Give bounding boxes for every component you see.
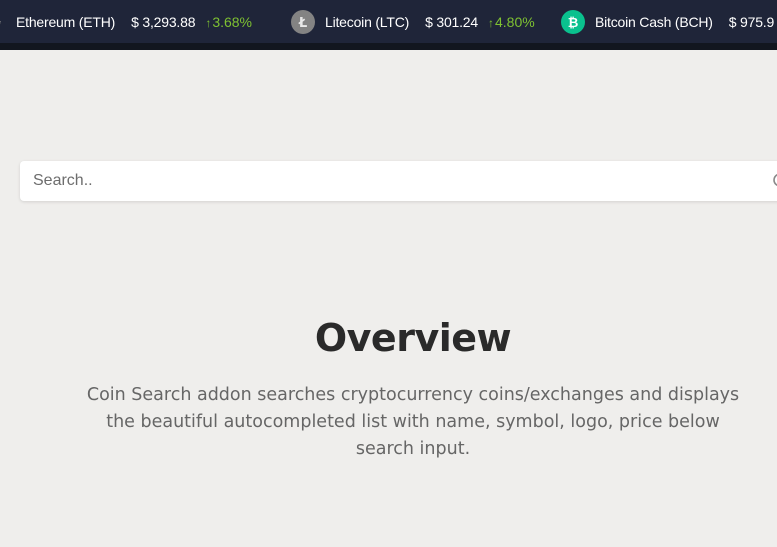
price-ticker: Ethereum (ETH) $ 3,293.88 ↑3.68% Ł Litec… [0,0,777,43]
litecoin-icon: Ł [291,9,315,34]
coin-change: ↑4.80% [487,13,535,30]
ticker-divider [0,43,777,50]
arrow-up-icon: ↑ [487,15,494,30]
overview-description: Coin Search addon searches cryptocurrenc… [86,385,740,459]
coin-price: $ 3,293.88 [131,13,196,30]
coin-price: $ 301.24 [425,13,478,30]
coin-name: Bitcoin Cash (BCH) [595,13,713,30]
search-input[interactable] [20,162,750,200]
search-box [20,161,777,201]
main-content: Overview Coin Search addon searches cryp… [0,50,777,547]
svg-text:₿: ₿ [568,16,579,31]
ticker-item-ethereum[interactable]: Ethereum (ETH) $ 3,293.88 ↑3.68% [0,0,252,43]
ticker-item-bitcoin-cash[interactable]: ₿ Bitcoin Cash (BCH) $ 975.9 [561,0,777,43]
arrow-up-icon: ↑ [205,15,212,30]
coin-price: $ 975.9 [728,13,775,30]
coin-name: Litecoin (LTC) [325,13,410,30]
ticker-item-litecoin[interactable]: Ł Litecoin (LTC) $ 301.24 ↑4.80% [291,0,535,43]
page-title: Overview [314,316,512,360]
bitcoin-cash-icon: ₿ [561,9,585,34]
coin-name: Ethereum (ETH) [16,13,116,30]
coin-change: ↑3.68% [205,13,253,30]
svg-text:Ł: Ł [298,16,307,31]
ethereum-icon [0,10,6,34]
search-icon[interactable] [772,172,777,190]
